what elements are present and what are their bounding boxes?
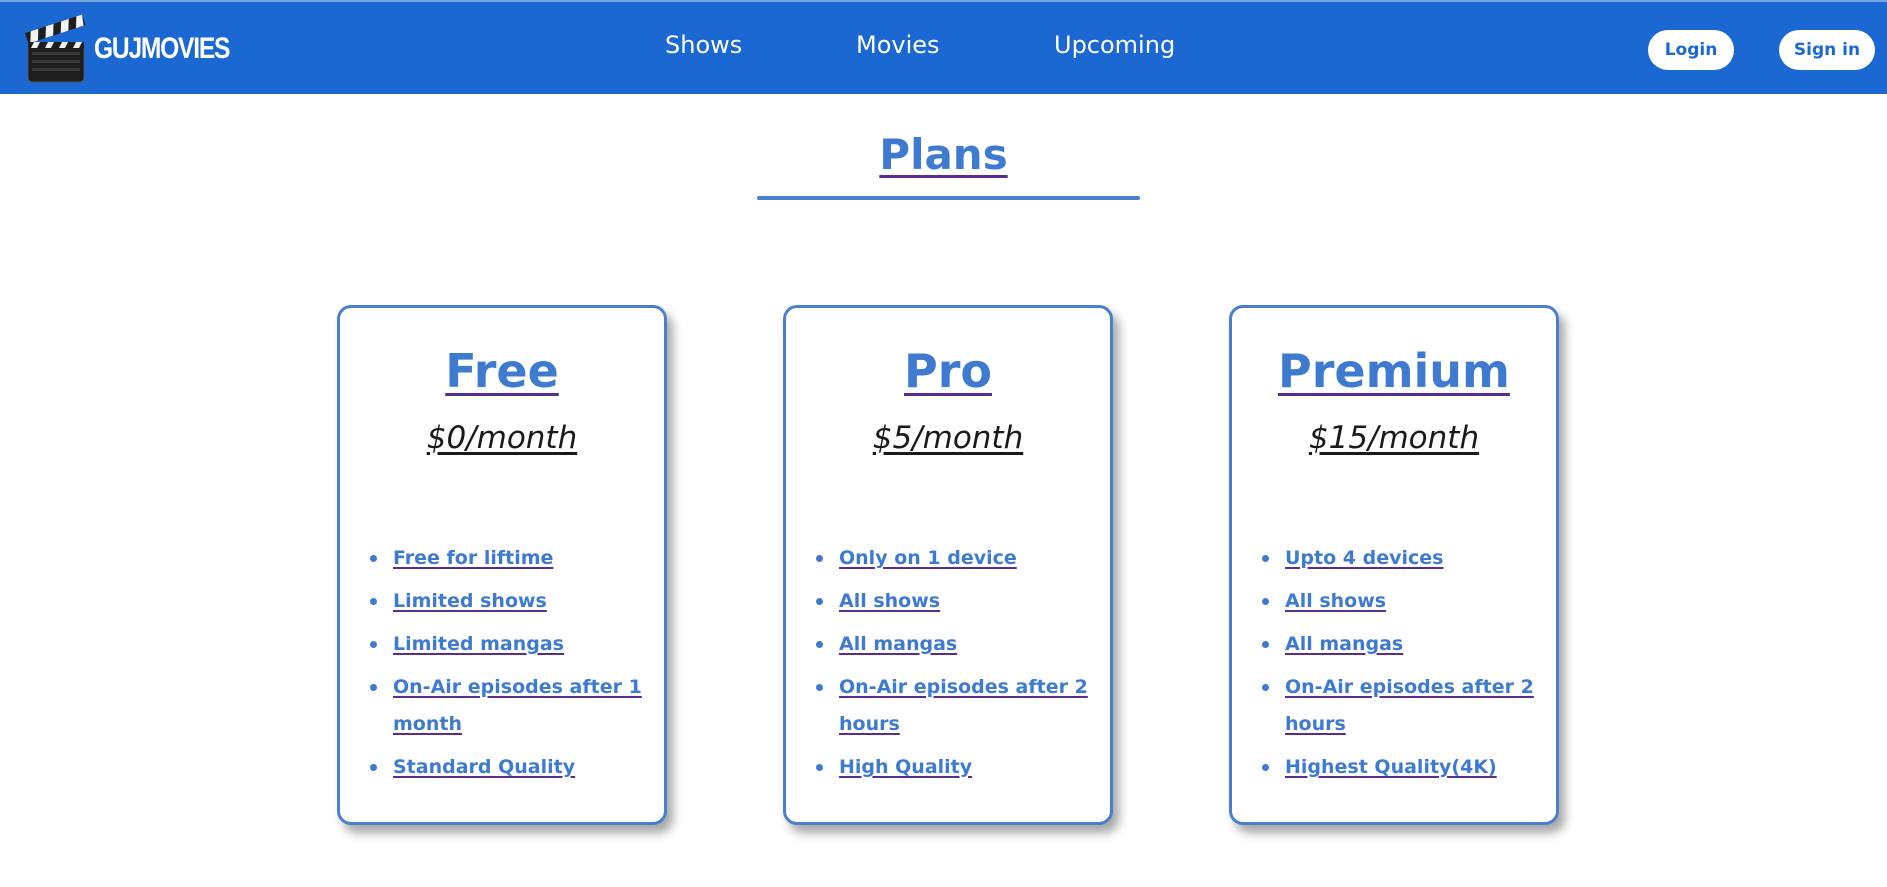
feature-link[interactable]: Only on 1 device [839,547,1017,569]
list-item: On-Air episodes after 2 hours [1262,669,1565,743]
list-item: All shows [816,583,1119,620]
list-item: Free for liftime [370,540,673,577]
feature-list: Free for liftime Limited shows Limited m… [366,540,673,792]
feature-link[interactable]: Highest Quality(4K) [1285,756,1497,778]
nav-link-shows[interactable]: Shows [665,31,742,59]
nav-link-movies[interactable]: Movies [856,31,940,59]
navbar: GUJMOVIES Shows Movies Upcoming Login Si… [0,0,1887,94]
list-item: All mangas [1262,626,1565,663]
plan-name: Pro [903,344,992,398]
feature-list: Only on 1 device All shows All mangas On… [812,540,1119,792]
nav-link-upcoming[interactable]: Upcoming [1054,31,1175,59]
list-item: All mangas [816,626,1119,663]
feature-link[interactable]: Upto 4 devices [1285,547,1443,569]
plan-card-free: Free $0/month Free for liftime Limited s… [337,305,667,825]
feature-link[interactable]: All shows [839,590,940,612]
plan-price: $5/month [872,420,1024,456]
plan-card-pro: Pro $5/month Only on 1 device All shows … [783,305,1113,825]
list-item: All shows [1262,583,1565,620]
clapperboard-icon [25,14,86,83]
feature-link[interactable]: On-Air episodes after 2 hours [1285,676,1534,735]
list-item: Highest Quality(4K) [1262,749,1565,786]
main-nav: Shows Movies Upcoming [0,2,1887,96]
feature-list: Upto 4 devices All shows All mangas On-A… [1258,540,1565,792]
plan-price: $0/month [426,420,578,456]
plan-name: Free [445,344,559,398]
brand-name: GUJMOVIES [94,32,230,65]
feature-link[interactable]: Limited mangas [393,633,564,655]
title-divider [757,196,1140,200]
feature-link[interactable]: Free for liftime [393,547,553,569]
list-item: On-Air episodes after 1 month [370,669,673,743]
list-item: Only on 1 device [816,540,1119,577]
feature-link[interactable]: On-Air episodes after 2 hours [839,676,1088,735]
list-item: Limited mangas [370,626,673,663]
feature-link[interactable]: Limited shows [393,590,547,612]
list-item: On-Air episodes after 2 hours [816,669,1119,743]
feature-link[interactable]: All mangas [1285,633,1403,655]
plan-price: $15/month [1308,420,1480,456]
feature-link[interactable]: All mangas [839,633,957,655]
feature-link[interactable]: Standard Quality [393,756,575,778]
feature-link[interactable]: All shows [1285,590,1386,612]
list-item: High Quality [816,749,1119,786]
login-button[interactable]: Login [1648,30,1734,70]
feature-link[interactable]: On-Air episodes after 1 month [393,676,642,735]
feature-link[interactable]: High Quality [839,756,972,778]
list-item: Upto 4 devices [1262,540,1565,577]
plan-name: Premium [1278,344,1510,398]
page-title: Plans [879,130,1008,179]
brand-logo[interactable]: GUJMOVIES [24,14,259,84]
sign-in-button[interactable]: Sign in [1779,30,1875,70]
list-item: Limited shows [370,583,673,620]
list-item: Standard Quality [370,749,673,786]
plan-card-premium: Premium $15/month Upto 4 devices All sho… [1229,305,1559,825]
